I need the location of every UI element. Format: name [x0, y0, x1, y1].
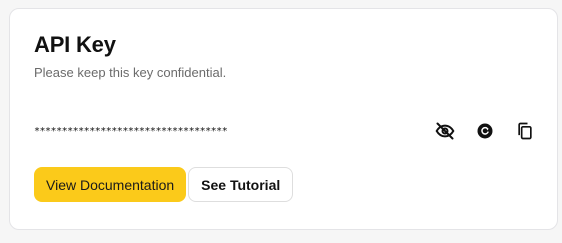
regenerate-key-button[interactable]: [473, 119, 497, 143]
refresh-icon: [476, 122, 494, 140]
see-tutorial-button[interactable]: See Tutorial: [188, 167, 294, 202]
action-buttons: View Documentation See Tutorial: [34, 167, 294, 202]
card-subtitle: Please keep this key confidential.: [34, 65, 227, 80]
toggle-visibility-button[interactable]: [433, 119, 457, 143]
eye-off-icon: [435, 121, 455, 141]
api-key-card: API Key Please keep this key confidentia…: [9, 8, 558, 230]
card-title: API Key: [34, 32, 116, 57]
copy-icon: [515, 121, 535, 141]
view-documentation-button[interactable]: View Documentation: [34, 167, 187, 202]
key-row: ***********************************: [34, 119, 534, 143]
masked-api-key: ***********************************: [34, 126, 228, 137]
copy-key-button[interactable]: [513, 119, 537, 143]
